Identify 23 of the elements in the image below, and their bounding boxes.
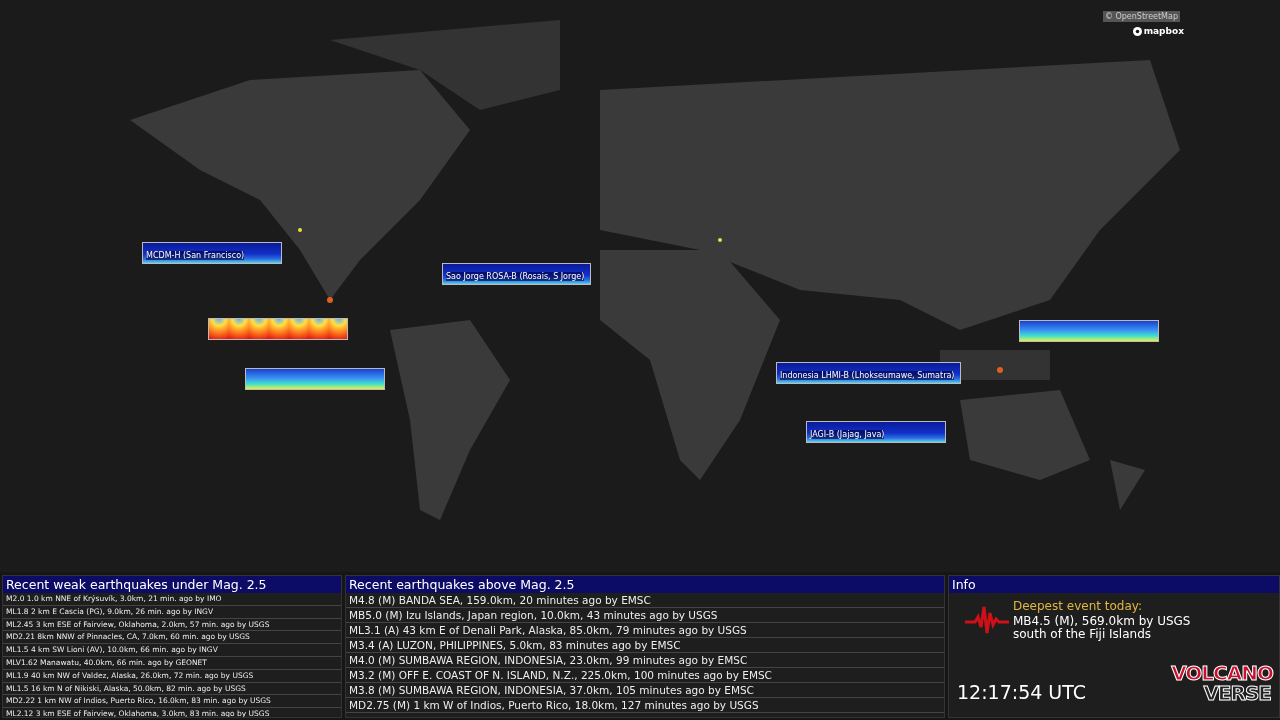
quake-row: M3.4 (A) LUZON, PHILIPPINES, 5.0km, 83 minutes ago by EMSC [346,638,944,653]
quake-row: M3.2 (M) OFF E. COAST OF N. ISLAND, N.Z., 225.0km, 100 minutes ago by EMSC [346,668,944,683]
event-detail: MB4.5 (M), 569.0km by USGS [1013,615,1191,628]
quake-row: M4.0 (M) SUMBAWA REGION, INDONESIA, 23.0km, 99 minutes ago by EMSC [346,653,944,668]
panel-title: Info [949,576,1279,593]
station-label: Sao Jorge ROSA-B (Rosais, S Jorge) [446,272,585,281]
station-label: Indonesia LHMI-B (Lhokseumawe, Sumatra) [780,371,955,380]
deepest-event-heading: Deepest event today: [1013,599,1143,613]
station-label: MCDM-H (San Francisco) [146,251,245,260]
station-label: JAGI-B (Jajag, Java) [810,430,885,439]
quake-row: M4.8 (M) BANDA SEA, 159.0km, 20 minutes ago by EMSC [346,593,944,608]
quake-row: MB5.0 (M) Izu Islands, Japan region, 10.0km, 43 minutes ago by USGS [346,608,944,623]
seismograph-icon [965,605,1009,635]
brand-icon [1132,26,1142,36]
attribution-link[interactable]: © OpenStreetMap [1102,11,1180,22]
quake-row: M3.8 (M) SUMBAWA REGION, INDONESIA, 37.0km, 105 minutes ago by EMSC [346,683,944,698]
brand-name: mapbox [1143,26,1184,36]
quake-row: ML3.1 (A) 43 km E of Denali Park, Alaska, 85.0km, 79 minutes ago by USGS [346,623,944,638]
panel-title: Recent earthquakes above Mag. 2.5 [346,576,944,593]
quake-row: MD2.75 (M) 1 km W of Indios, Puerto Rico, 18.0km, 127 minutes ago by USGS [346,698,944,713]
panel-title: Recent weak earthquakes under Mag. 2.5 [3,576,341,593]
utc-clock: 12:17:54 UTC [957,681,1087,703]
event-detail: south of the Fiji Islands [1013,628,1151,641]
